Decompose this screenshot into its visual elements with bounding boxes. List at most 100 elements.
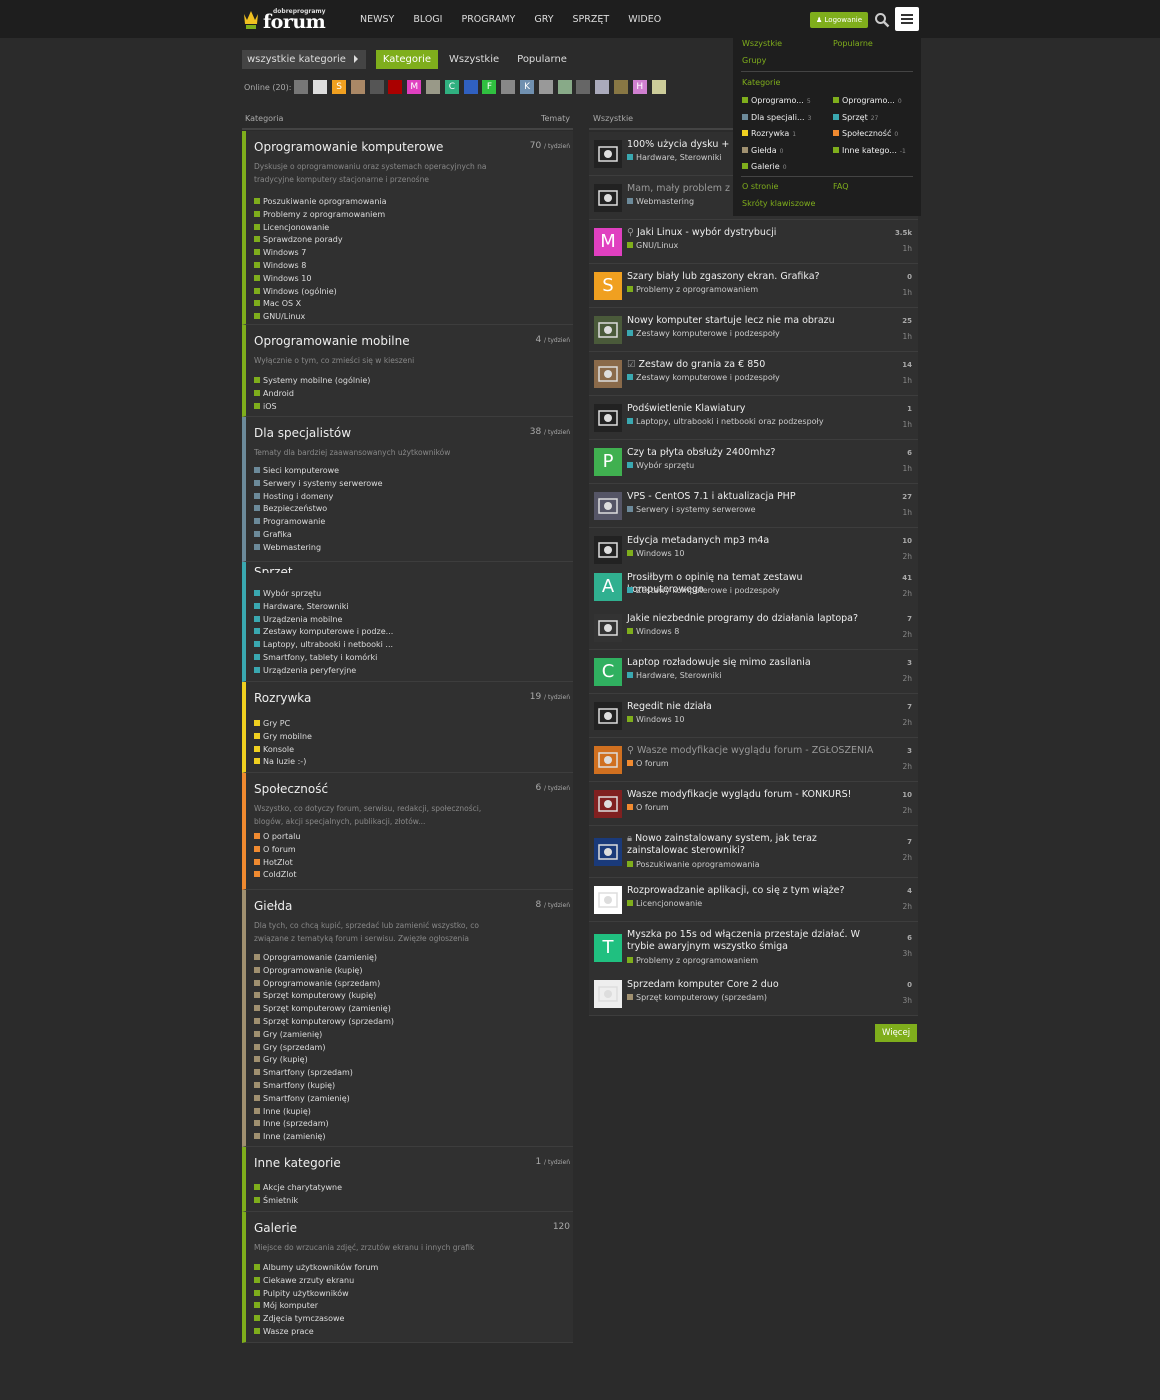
user-avatar[interactable] bbox=[614, 80, 629, 94]
user-avatar[interactable]: K bbox=[520, 80, 535, 94]
subcategory-link[interactable]: Licencjonowanie bbox=[254, 222, 387, 235]
topic-title[interactable]: Edycja metadanych mp3 m4a bbox=[627, 535, 877, 547]
category-name[interactable]: Sprzęt bbox=[254, 565, 293, 573]
subcategory-link[interactable]: Oprogramowanie (kupię) bbox=[254, 965, 394, 978]
topic-category[interactable]: Wybór sprzętu bbox=[627, 461, 694, 470]
topic-avatar[interactable] bbox=[594, 838, 622, 866]
topic-avatar[interactable] bbox=[594, 404, 622, 432]
nav-blogi[interactable]: BLOGI bbox=[413, 14, 442, 25]
subcategory-link[interactable]: Inne (sprzedam) bbox=[254, 1118, 394, 1131]
topic-avatar[interactable] bbox=[594, 702, 622, 730]
user-avatar[interactable] bbox=[313, 80, 328, 94]
topic-row[interactable]: C Laptop rozładowuje się mimo zasilania Ha… bbox=[589, 650, 918, 694]
topic-title[interactable]: Czy ta płyta obsłuży 2400mhz? bbox=[627, 447, 877, 459]
topic-row[interactable]: Regedit nie działa Windows 10 7 2h bbox=[589, 694, 918, 738]
menu-category-link[interactable]: Społeczność 0 bbox=[833, 129, 898, 138]
subcategory-link[interactable]: Inne (kupię) bbox=[254, 1106, 394, 1119]
more-button[interactable]: Więcej bbox=[875, 1024, 918, 1042]
subcategory-link[interactable]: Wybór sprzętu bbox=[254, 588, 393, 601]
login-button[interactable]: ♟ Logowanie bbox=[810, 12, 869, 28]
subcategory-link[interactable]: Smartfony (zamienię) bbox=[254, 1093, 394, 1106]
topic-category[interactable]: Problemy z oprogramowaniem bbox=[627, 285, 758, 294]
topic-avatar[interactable]: C bbox=[594, 658, 622, 686]
menu-category-link[interactable]: Inne katego... -1 bbox=[833, 146, 906, 155]
category-name[interactable]: Galerie bbox=[254, 1221, 297, 1235]
topic-row[interactable]: S Szary biały lub zgaszony ekran. Grafika… bbox=[589, 264, 918, 308]
menu-kategorie[interactable]: Kategorie bbox=[742, 78, 780, 87]
user-avatar[interactable]: C bbox=[444, 80, 459, 94]
category-dropdown[interactable]: wszystkie kategorie bbox=[242, 50, 366, 69]
topic-title[interactable]: Myszka po 15s od włączenia przestaje dzi… bbox=[627, 929, 877, 953]
search-icon[interactable] bbox=[874, 12, 890, 28]
subcategory-link[interactable]: Oprogramowanie (sprzedam) bbox=[254, 978, 394, 991]
user-avatar[interactable]: H bbox=[632, 80, 647, 94]
topic-category[interactable]: Zestawy komputerowe i podzespoły bbox=[627, 586, 780, 595]
topic-row[interactable]: VPS - CentOS 7.1 i aktualizacja PHP Serwe… bbox=[589, 484, 918, 528]
topic-category[interactable]: Hardware, Sterowniki bbox=[627, 671, 722, 680]
subcategory-link[interactable]: Wasze prace bbox=[254, 1326, 378, 1339]
topic-category[interactable]: O forum bbox=[627, 803, 669, 812]
topic-category[interactable]: Laptopy, ultrabooki i netbooki oraz podz… bbox=[627, 417, 824, 426]
subcategory-link[interactable]: Sieci komputerowe bbox=[254, 465, 383, 478]
topic-category[interactable]: Windows 8 bbox=[627, 627, 679, 636]
topic-category[interactable]: Windows 10 bbox=[627, 715, 684, 724]
subcategory-link[interactable]: Gry (kupię) bbox=[254, 1054, 394, 1067]
subcategory-link[interactable]: Smartfony (kupię) bbox=[254, 1080, 394, 1093]
nav-gry[interactable]: GRY bbox=[534, 14, 553, 25]
category-name[interactable]: Oprogramowanie mobilne bbox=[254, 334, 410, 348]
topic-row[interactable]: Wasze modyfikacje wyglądu forum - KONKUR… bbox=[589, 782, 918, 826]
category-name[interactable]: Oprogramowanie komputerowe bbox=[254, 140, 443, 154]
subcategory-link[interactable]: O forum bbox=[254, 844, 300, 857]
tab-popularne[interactable]: Popularne bbox=[510, 50, 574, 69]
subcategory-link[interactable]: Hosting i domeny bbox=[254, 491, 383, 504]
subcategory-link[interactable]: Mój komputer bbox=[254, 1300, 378, 1313]
topic-category[interactable]: Serwery i systemy serwerowe bbox=[627, 505, 756, 514]
menu-category-link[interactable]: Oprogramo... 5 bbox=[742, 96, 811, 105]
topic-category[interactable]: O forum bbox=[627, 759, 669, 768]
topic-row[interactable]: Rozprowadzanie aplikacji, co się z tym w… bbox=[589, 878, 918, 922]
user-avatar[interactable] bbox=[388, 80, 403, 94]
subcategory-link[interactable]: Inne (zamienię) bbox=[254, 1131, 394, 1144]
category-name[interactable]: Giełda bbox=[254, 899, 292, 913]
topic-avatar[interactable] bbox=[594, 536, 622, 564]
subcategory-link[interactable]: Konsole bbox=[254, 744, 312, 757]
topic-title[interactable]: Sprzedam komputer Core 2 duo bbox=[627, 979, 877, 991]
subcategory-link[interactable]: Hardware, Sterowniki bbox=[254, 601, 393, 614]
topic-title[interactable]: Rozprowadzanie aplikacji, co się z tym w… bbox=[627, 885, 877, 897]
topic-avatar[interactable] bbox=[594, 980, 622, 1008]
site-logo[interactable]: dobreprogramy forum bbox=[243, 6, 326, 33]
topic-avatar[interactable]: P bbox=[594, 448, 622, 476]
topic-title[interactable]: Regedit nie działa bbox=[627, 701, 877, 713]
menu-o-stronie[interactable]: O stronie bbox=[742, 182, 778, 191]
user-avatar[interactable] bbox=[501, 80, 516, 94]
subcategory-link[interactable]: O portalu bbox=[254, 831, 300, 844]
topic-row[interactable]: T Myszka po 15s od włączenia przestaje dz… bbox=[589, 922, 918, 974]
user-avatar[interactable] bbox=[557, 80, 572, 94]
menu-faq[interactable]: FAQ bbox=[833, 182, 849, 191]
category-name[interactable]: Rozrywka bbox=[254, 691, 311, 705]
topic-category[interactable]: GNU/Linux bbox=[627, 241, 678, 250]
topic-avatar[interactable] bbox=[594, 140, 622, 168]
topic-title[interactable]: ⚲ Jaki Linux - wybór dystrybucji bbox=[627, 227, 877, 239]
subcategory-link[interactable]: Windows 7 bbox=[254, 247, 387, 260]
subcategory-link[interactable]: Na luzie :-) bbox=[254, 756, 312, 769]
subcategory-link[interactable]: GNU/Linux bbox=[254, 311, 387, 324]
user-avatar[interactable]: S bbox=[332, 80, 347, 94]
menu-category-link[interactable]: Galerie 0 bbox=[742, 162, 787, 171]
subcategory-link[interactable]: Poszukiwanie oprogramowania bbox=[254, 196, 387, 209]
subcategory-link[interactable]: Gry PC bbox=[254, 718, 312, 731]
user-avatar[interactable]: M bbox=[407, 80, 422, 94]
subcategory-link[interactable]: Sprzęt komputerowy (kupię) bbox=[254, 990, 394, 1003]
topic-category[interactable]: Windows 10 bbox=[627, 549, 684, 558]
topic-avatar[interactable] bbox=[594, 790, 622, 818]
subcategory-link[interactable]: Smartfony, tablety i komórki bbox=[254, 652, 393, 665]
nav-sprzet[interactable]: SPRZĘT bbox=[573, 14, 610, 25]
topic-row[interactable]: ⚲ Wasze modyfikacje wyglądu forum - ZGŁO… bbox=[589, 738, 918, 782]
subcategory-link[interactable]: Śmietnik bbox=[254, 1195, 342, 1208]
topic-avatar[interactable]: T bbox=[594, 934, 622, 962]
topic-category[interactable]: Sprzęt komputerowy (sprzedam) bbox=[627, 993, 767, 1002]
topic-avatar[interactable] bbox=[594, 614, 622, 642]
category-name[interactable]: Dla specjalistów bbox=[254, 426, 351, 440]
topic-title[interactable]: Nowy komputer startuje lecz nie ma obraz… bbox=[627, 315, 877, 327]
subcategory-link[interactable]: Windows 8 bbox=[254, 260, 387, 273]
